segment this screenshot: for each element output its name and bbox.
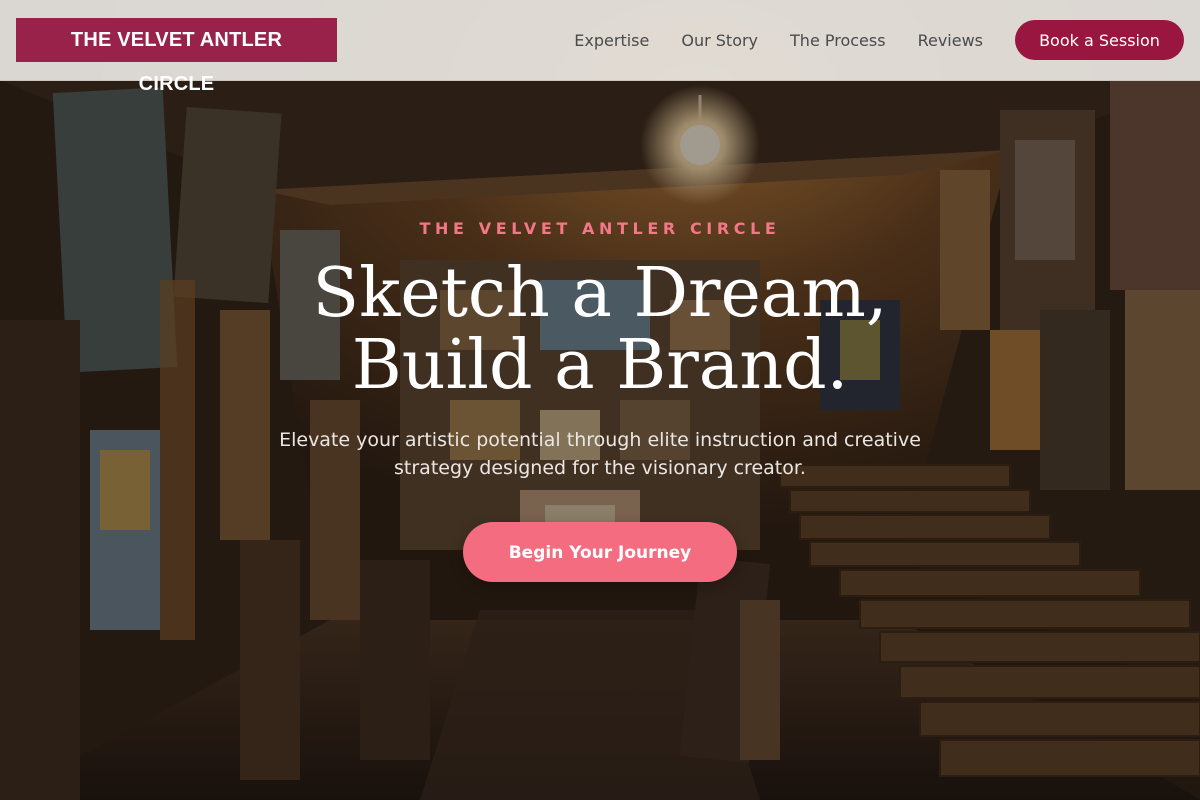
hero-subtitle: Elevate your artistic potential through …: [279, 429, 921, 479]
nav-link-the-process[interactable]: The Process: [790, 31, 886, 50]
nav-link-expertise[interactable]: Expertise: [574, 31, 649, 50]
hero-section: THE VELVET ANTLER CIRCLE Sketch a Dream,…: [0, 0, 1200, 800]
brand-logo[interactable]: THE VELVET ANTLER CIRCLE: [16, 18, 337, 95]
site-header: THE VELVET ANTLER CIRCLE Expertise Our S…: [0, 0, 1200, 95]
book-session-button[interactable]: Book a Session: [1015, 20, 1184, 60]
hero-eyebrow: THE VELVET ANTLER CIRCLE: [419, 219, 781, 238]
main-nav: Expertise Our Story The Process Reviews: [542, 0, 983, 80]
landing-page: THE VELVET ANTLER CIRCLE Expertise Our S…: [0, 0, 1200, 800]
nav-link-reviews[interactable]: Reviews: [918, 31, 983, 50]
begin-journey-button[interactable]: Begin Your Journey: [463, 522, 737, 582]
hero-title-line-1: Sketch a Dream,: [312, 254, 888, 333]
nav-link-our-story[interactable]: Our Story: [681, 31, 758, 50]
hero-title-line-2: Build a Brand.: [351, 326, 849, 405]
hero-title: Sketch a Dream, Build a Brand.: [0, 258, 1200, 402]
